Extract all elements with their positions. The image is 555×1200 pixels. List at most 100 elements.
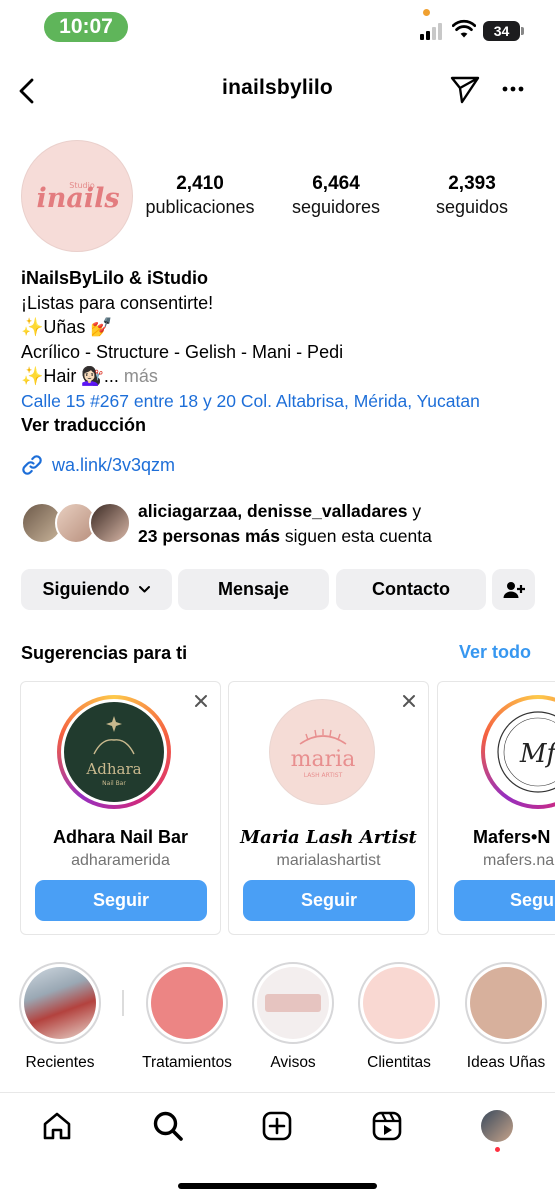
bio-line: ✨Hair 💇🏻‍♀️... más [21,364,541,389]
status-bar: 10:07 34 [0,0,555,54]
follow-button[interactable]: Segu [454,880,555,921]
more-options-icon[interactable] [498,74,528,104]
avatar-frame: maria LASH ARTIST [265,695,379,809]
highlight-ring [146,962,228,1044]
highlight-avisos[interactable]: Avisos [251,962,335,1072]
followed-by-row[interactable]: aliciagarzaa, denisse_valladares y 23 pe… [21,499,541,549]
bio-line: ✨Uñas 💅 [21,317,113,337]
reels-icon[interactable] [370,1109,404,1143]
highlight-label: Clientitas [367,1054,431,1071]
suggestion-name: Maria Lash Artist [240,827,417,848]
close-icon[interactable] [402,694,416,708]
chevron-down-icon [138,586,150,593]
followed-by-connector: y [407,501,422,521]
follow-button[interactable]: Seguir [243,880,415,921]
highlight-ring [252,962,334,1044]
follower-avatar [89,502,131,544]
story-ring: Adhara Nail Bar [57,695,171,809]
suggestion-avatar: Mf [485,699,555,805]
website-link-text: wa.link/3v3qzm [52,454,176,475]
story-ring: Mf [481,695,555,809]
profile-display-name: iNailsByLilo & iStudio [21,268,209,288]
battery-indicator: 34 [483,21,520,41]
svg-text:Mf: Mf [519,739,555,769]
highlight-ring [19,962,101,1044]
highlight-clientitas[interactable]: Clientitas [357,962,441,1072]
highlight-ring [465,962,547,1044]
bio-line: Acrílico - Structure - Gelish - Mani - P… [21,341,344,362]
privacy-indicator [423,9,430,16]
suggestion-avatar: Adhara Nail Bar [61,699,167,805]
suggestion-avatar: maria LASH ARTIST [269,699,375,805]
follow-button[interactable]: Seguir [35,880,207,921]
followers-label: seguidores [291,197,381,217]
profile-avatar[interactable]: Studio inails [21,140,133,252]
followed-by-suffix: siguen esta cuenta [280,525,432,546]
highlight-recientes[interactable]: Recientes [18,962,102,1072]
highlight-label: Ideas Uñas [466,1054,546,1071]
maria-logo: maria LASH ARTIST [291,729,356,779]
following-button[interactable]: Siguiendo [21,569,172,610]
bio-line-text: ✨Hair 💇🏻‍♀️... [21,366,119,386]
home-icon[interactable] [40,1109,74,1143]
status-time: 10:07 [44,12,128,42]
notification-dot [495,1147,500,1152]
suggestion-name: Adhara Nail Bar [52,827,189,847]
profile-bio: iNailsByLilo & iStudio ¡Listas para cons… [21,266,541,438]
link-icon [22,455,42,475]
cellular-signal-icon [420,22,446,40]
mafers-logo: Mf [497,711,555,793]
followers-count: 6,464 [312,173,360,194]
suggestion-card[interactable]: Adhara Nail Bar Adhara Nail Bar adharame… [20,681,221,935]
suggested-people-button[interactable] [492,569,535,610]
business-address[interactable]: Calle 15 #267 entre 18 y 20 Col. Altabri… [21,389,541,414]
highlight-label: Recientes [25,1054,95,1071]
followed-by-others: 23 personas más [138,525,281,546]
highlight-cover [151,967,223,1039]
svg-text:Nail Bar: Nail Bar [102,780,126,787]
profile-header: inailsbylilo [0,68,555,112]
svg-text:maria: maria [291,747,356,772]
create-post-icon[interactable] [260,1109,294,1143]
website-link[interactable]: wa.link/3v3qzm [21,452,175,478]
highlight-divider [122,990,124,1016]
contact-button[interactable]: Contacto [336,569,486,610]
svg-text:Adhara: Adhara [85,760,141,778]
following-button-label: Siguiendo [42,579,130,599]
suggestion-handle: mafers.na [483,852,555,869]
search-icon[interactable] [151,1109,185,1143]
svg-text:LASH ARTIST: LASH ARTIST [304,772,343,779]
home-indicator [178,1183,377,1189]
posts-label: publicaciones [145,197,255,217]
following-count: 2,393 [448,173,496,194]
bio-more-link[interactable]: más [124,366,158,386]
followers-stat[interactable]: 6,464 seguidores [284,172,388,218]
close-icon[interactable] [194,694,208,708]
message-button[interactable]: Mensaje [178,569,329,610]
highlight-cover [470,967,542,1039]
studio-nails-logo: Studio inails [36,181,119,214]
see-all-link[interactable]: Ver todo [459,642,531,663]
suggestion-handle: marialashartist [276,852,381,869]
followed-by-names: aliciagarzaa, denisse_valladares [138,501,408,521]
profile-tab-avatar[interactable] [481,1110,513,1142]
adhara-logo: Adhara Nail Bar [85,716,142,787]
suggestion-name: Mafers•N [473,827,551,847]
following-stat[interactable]: 2,393 seguidos [426,172,518,218]
suggestion-card[interactable]: Mf Mafers•N mafers.na Segu [437,681,555,935]
posts-count: 2,410 [176,173,224,194]
highlight-cover [363,967,435,1039]
posts-stat[interactable]: 2,410 publicaciones [142,172,258,218]
battery-cap [521,27,524,35]
highlight-ideas-unas[interactable]: Ideas Uñas [464,962,548,1072]
suggestion-handle: adharamerida [71,852,170,869]
bio-line: ¡Listas para consentirte! [21,292,214,313]
svg-text:inails: inails [36,183,119,214]
suggestions-title: Sugerencias para ti [21,643,188,663]
share-profile-icon[interactable] [448,72,482,106]
translate-link[interactable]: Ver traducción [21,413,541,438]
highlight-cover [24,967,96,1039]
suggestion-card[interactable]: maria LASH ARTIST Maria Lash Artist mari… [228,681,429,935]
highlight-tratamientos[interactable]: Tratamientos [142,962,232,1072]
add-person-icon [503,581,525,598]
